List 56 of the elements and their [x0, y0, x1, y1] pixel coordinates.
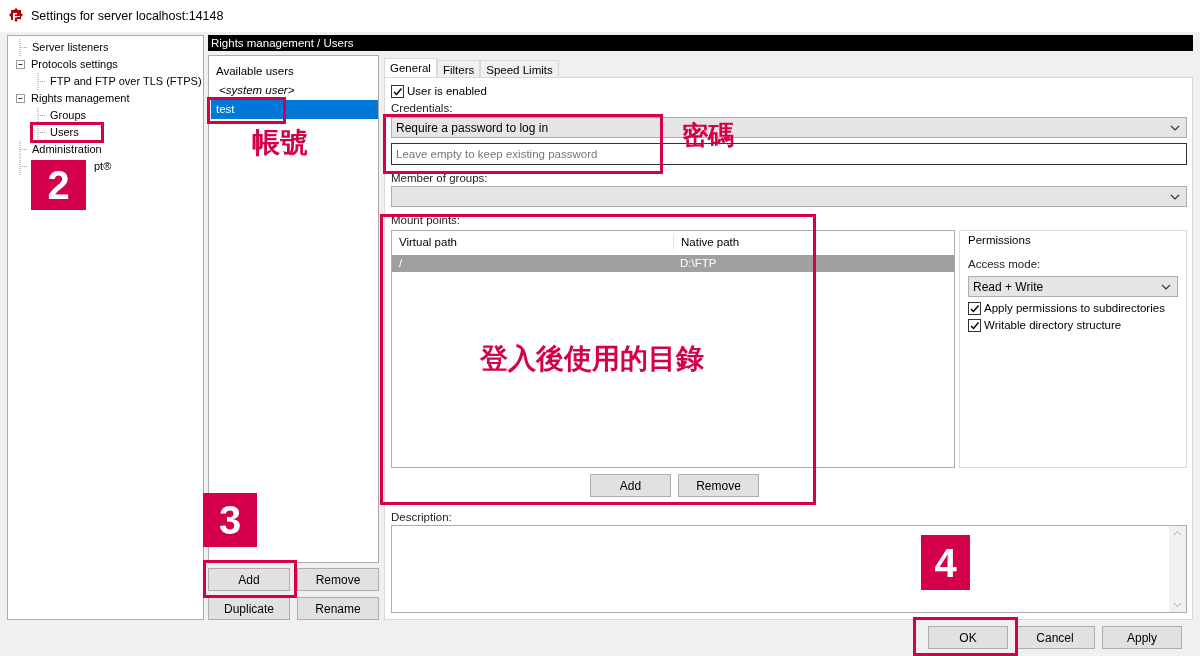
- app-logo-icon: [8, 8, 24, 24]
- tree-item[interactable]: Administration: [30, 141, 104, 158]
- checkbox[interactable]: [391, 85, 404, 98]
- step-number: 3: [203, 493, 257, 547]
- description-field[interactable]: [391, 525, 1187, 613]
- checkbox-label: Apply permissions to subdirectories: [984, 300, 1165, 316]
- field-label: Access mode:: [968, 257, 1042, 272]
- tree-line-icon: [37, 124, 46, 141]
- user-button[interactable]: Add: [208, 568, 290, 591]
- dialog-button[interactable]: Cancel: [1015, 626, 1095, 649]
- user-button[interactable]: Remove: [297, 568, 379, 591]
- mount-button[interactable]: Remove: [678, 474, 759, 497]
- tree-item[interactable]: pt®: [92, 158, 114, 175]
- checkbox-label: Writable directory structure: [984, 317, 1122, 333]
- list-heading: Available users: [215, 64, 295, 79]
- mount-button[interactable]: Add: [590, 474, 671, 497]
- tree-line-icon: [37, 107, 46, 124]
- dropdown-chevron-icon[interactable]: [1161, 283, 1171, 290]
- dialog-button[interactable]: Apply: [1102, 626, 1182, 649]
- group-title: Permissions: [966, 233, 1033, 247]
- section-title: Rights management / Users: [208, 35, 1193, 51]
- checkbox[interactable]: [968, 302, 981, 315]
- tree-item[interactable]: Rights management: [29, 90, 132, 107]
- field-label: Member of groups:: [391, 171, 489, 186]
- tree-line-icon: [19, 141, 28, 158]
- tree-item[interactable]: Users: [48, 124, 81, 141]
- field-label: Mount points:: [391, 213, 462, 228]
- tab[interactable]: General: [384, 58, 437, 77]
- dropdown-chevron-icon[interactable]: [1170, 124, 1180, 131]
- annotation-text: 帳號: [252, 128, 308, 159]
- tab[interactable]: Speed Limits: [480, 60, 559, 77]
- user-item[interactable]: <system user>: [211, 81, 378, 100]
- tree-item[interactable]: FTP and FTP over TLS (FTPS): [48, 73, 204, 90]
- step-number: 4: [921, 535, 970, 590]
- field-label: Description:: [391, 510, 453, 525]
- user-button[interactable]: Rename: [297, 597, 379, 620]
- checkbox[interactable]: [968, 319, 981, 332]
- tree-line-icon: [37, 73, 46, 90]
- step-number: 2: [31, 160, 86, 210]
- column-header[interactable]: Native path: [673, 233, 873, 252]
- tree-line-icon: [19, 158, 28, 175]
- tree-item[interactable]: Groups: [48, 107, 89, 124]
- access-mode-dropdown[interactable]: Read + Write: [968, 276, 1178, 297]
- tree-item[interactable]: Server listeners: [30, 39, 111, 56]
- checkbox-label: User is enabled: [407, 83, 487, 99]
- column-header[interactable]: Virtual path: [392, 233, 673, 252]
- user-item[interactable]: test: [211, 100, 378, 119]
- window-title: Settings for server localhost:14148: [31, 7, 224, 25]
- dialog-button[interactable]: OK: [928, 626, 1008, 649]
- annotation-text: 登入後使用的目錄: [480, 344, 704, 375]
- field-label: Credentials:: [391, 101, 454, 116]
- dropdown-chevron-icon[interactable]: [1170, 193, 1180, 200]
- tree-line-icon: [19, 39, 28, 56]
- user-button[interactable]: Duplicate: [208, 597, 290, 620]
- tree-item[interactable]: Protocols settings: [29, 56, 120, 73]
- tab[interactable]: Filters: [436, 60, 481, 77]
